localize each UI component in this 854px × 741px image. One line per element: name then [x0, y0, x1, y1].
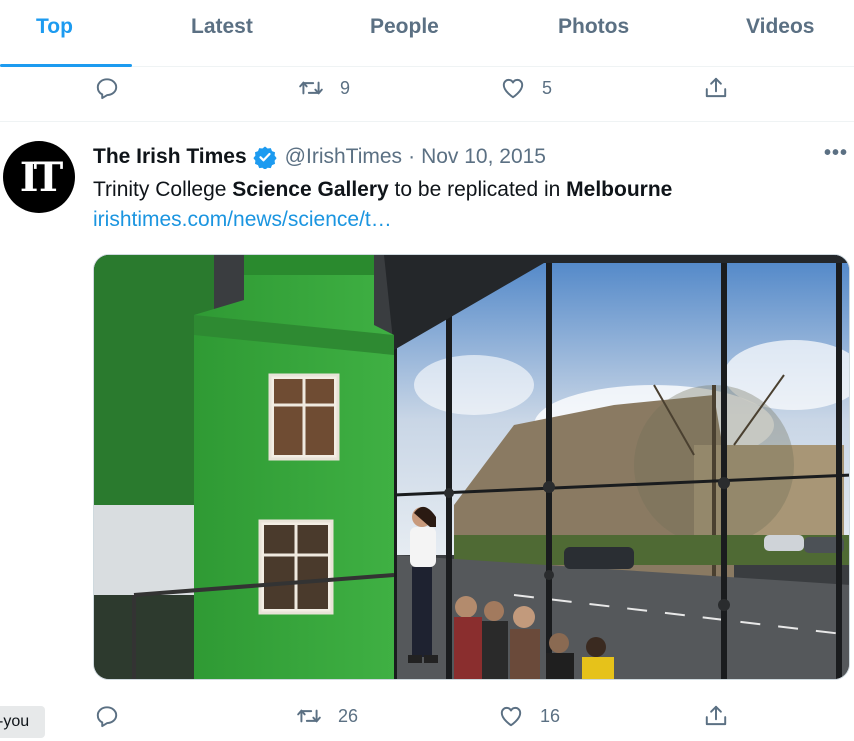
tab-top-label: Top	[36, 15, 73, 38]
retweet-icon	[297, 709, 321, 723]
partial-tooltip: -you	[0, 706, 45, 738]
tweet-text-bold: Melbourne	[566, 178, 673, 201]
reply-icon	[96, 706, 118, 728]
tweet-photo[interactable]	[93, 254, 850, 680]
share-button[interactable]	[703, 66, 729, 110]
meta-separator: ·	[408, 145, 416, 168]
verified-badge-icon	[253, 146, 277, 169]
tweet-text: Trinity College Science Gallery to be re…	[93, 178, 672, 202]
tab-latest-label: Latest	[191, 15, 253, 38]
reply-button[interactable]	[94, 66, 136, 110]
like-button[interactable]: 5	[500, 66, 552, 110]
photo-science-gallery	[94, 255, 849, 679]
tweet-text-part: to be replicated in	[388, 178, 567, 201]
tab-videos[interactable]: Videos	[730, 0, 840, 66]
share-icon	[705, 705, 727, 726]
retweet-count: 9	[340, 77, 351, 98]
tab-videos-label: Videos	[746, 15, 815, 38]
tweet-link[interactable]: irishtimes.com/news/science/t…	[93, 208, 392, 232]
tweet-divider	[0, 121, 854, 122]
tab-photos[interactable]: Photos	[540, 0, 650, 66]
tab-latest[interactable]: Latest	[170, 0, 280, 66]
share-icon	[705, 77, 727, 98]
tweet-text-part: Trinity College	[93, 178, 233, 201]
like-button[interactable]: 16	[498, 694, 560, 738]
retweet-icon	[299, 81, 323, 95]
tweet-text-bold: Science Gallery	[232, 178, 389, 201]
reply-button[interactable]	[94, 694, 136, 738]
prev-tweet-actions: 9 5	[0, 66, 854, 110]
tweet-actions: 26 16	[0, 694, 854, 738]
tweet-header: The Irish Times @IrishTimes · Nov 10, 20…	[93, 143, 546, 171]
more-options-button[interactable]: •••	[824, 142, 852, 170]
author-handle[interactable]: @IrishTimes	[285, 145, 402, 169]
tooltip-text: -you	[0, 713, 30, 730]
like-count: 16	[540, 705, 561, 726]
reply-icon	[96, 78, 118, 100]
irish-times-logo: IT	[19, 153, 63, 201]
heart-icon	[502, 78, 524, 99]
avatar[interactable]: IT	[3, 141, 75, 213]
retweet-count: 26	[338, 705, 359, 726]
tab-people[interactable]: People	[350, 0, 460, 66]
tab-photos-label: Photos	[558, 15, 630, 38]
retweet-button[interactable]: 9	[298, 66, 350, 110]
retweet-button[interactable]: 26	[296, 694, 358, 738]
search-tabs: Top Latest People Photos Videos	[0, 0, 854, 67]
heart-icon	[500, 706, 522, 727]
more-icon: •••	[824, 142, 849, 164]
tab-people-label: People	[370, 15, 439, 38]
like-count: 5	[542, 77, 553, 98]
tab-top[interactable]: Top	[0, 0, 132, 67]
share-button[interactable]	[703, 694, 729, 738]
author-name[interactable]: The Irish Times	[93, 145, 247, 169]
tweet-date[interactable]: Nov 10, 2015	[421, 145, 546, 169]
